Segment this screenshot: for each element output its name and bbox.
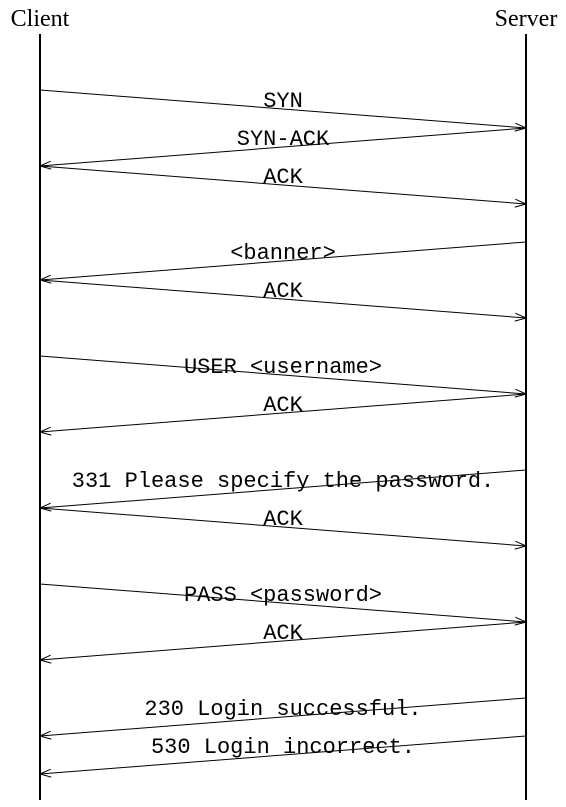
- sequence-diagram: Client Server SYN SYN-ACK ACK <banner> ACK USER…: [0, 0, 566, 807]
- message-arrow-2-head: [515, 204, 526, 207]
- message-label-7: 331 Please specify the password.: [72, 469, 494, 494]
- message-label-3: <banner>: [230, 241, 336, 266]
- message-label-11: 230 Login successful.: [144, 697, 421, 722]
- message-label-5: USER <username>: [184, 355, 382, 380]
- message-label-2: ACK: [263, 165, 303, 190]
- message-label-1: SYN-ACK: [237, 127, 330, 152]
- message-label-6: ACK: [263, 393, 303, 418]
- message-label-10: ACK: [263, 621, 303, 646]
- message-arrow-8-head: [515, 546, 526, 549]
- message-arrow-12-head: [40, 774, 51, 777]
- message-label-8: ACK: [263, 507, 303, 532]
- lifeline-server-label: Server: [495, 6, 558, 32]
- message-label-12: 530 Login incorrect.: [151, 735, 415, 760]
- message-label-4: ACK: [263, 279, 303, 304]
- message-arrow-10-head: [40, 660, 51, 663]
- lifeline-client-label: Client: [11, 6, 70, 32]
- message-arrow-6-head: [40, 432, 51, 435]
- message-label-9: PASS <password>: [184, 583, 382, 608]
- message-label-0: SYN: [263, 89, 303, 114]
- message-arrow-11-head: [40, 736, 51, 739]
- message-arrow-4-head: [515, 318, 526, 321]
